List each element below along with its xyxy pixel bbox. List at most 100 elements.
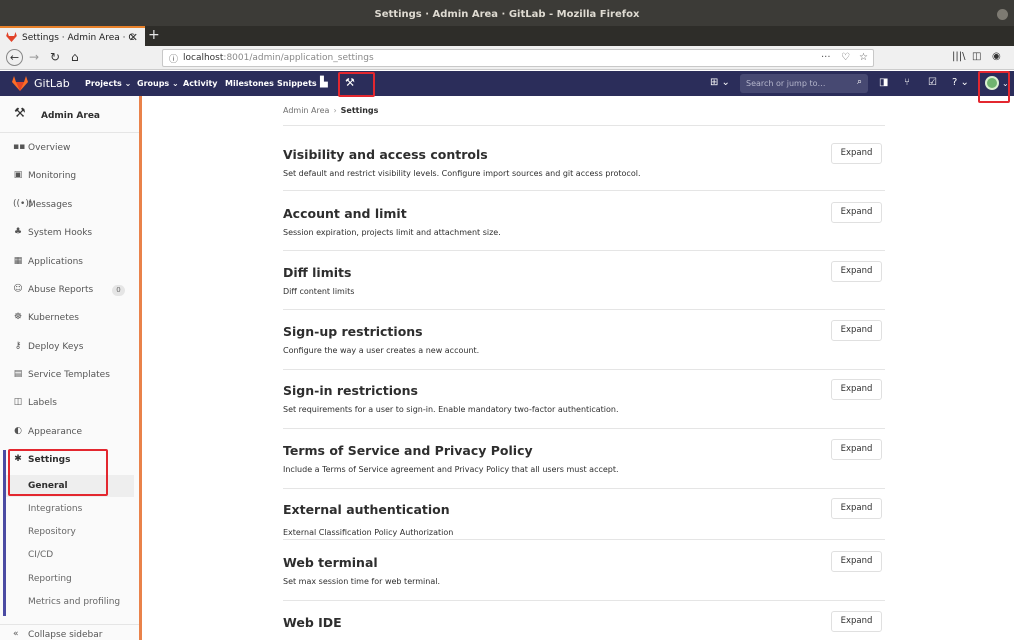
section-title: Web IDE xyxy=(283,615,342,630)
library-icon[interactable]: |||\ xyxy=(952,50,965,64)
sidebar-subitem-integrations[interactable]: Integrations xyxy=(6,498,134,520)
collapse-sidebar-label: Collapse sidebar xyxy=(28,630,103,640)
chart-icon[interactable]: ▙ xyxy=(320,77,328,88)
labels-icon: ◫ xyxy=(13,397,23,407)
sidebar-header[interactable]: ⚒ Admin Area xyxy=(0,102,139,130)
url-bar[interactable]: ⓘ localhost:8001/admin/application_setti… xyxy=(162,49,874,67)
tab-close-icon[interactable]: ✕ xyxy=(129,28,138,48)
sidebar-item-label: Abuse Reports xyxy=(28,285,94,295)
expand-button[interactable]: Expand xyxy=(831,439,882,460)
admin-area-icon: ⚒ xyxy=(14,106,26,121)
sidebar-item-messages[interactable]: ((•)) Messages xyxy=(0,195,139,215)
sidebar-item-deploy-keys[interactable]: ⚷ Deploy Keys xyxy=(0,337,139,357)
new-tab-button[interactable]: + xyxy=(148,26,160,44)
sidebar-item-service-templates[interactable]: ▤ Service Templates xyxy=(0,365,139,385)
template-icon: ▤ xyxy=(13,369,23,379)
overview-icon: ▪▪ xyxy=(13,142,26,152)
breadcrumb-separator: › xyxy=(333,106,337,115)
expand-button[interactable]: Expand xyxy=(831,551,882,572)
browser-tab[interactable]: Settings · Admin Area · C ✕ xyxy=(0,26,145,46)
sidebar-icon[interactable]: ◫ xyxy=(972,50,981,64)
menu-projects[interactable]: Projects ⌄ xyxy=(85,79,131,88)
section-title: External authentication xyxy=(283,502,450,517)
sidebar-item-label: Monitoring xyxy=(28,171,77,181)
home-icon[interactable]: ⌂ xyxy=(71,50,79,64)
gitlab-brand[interactable]: GitLab xyxy=(34,77,70,90)
section-description: Set default and restrict visibility leve… xyxy=(283,169,641,178)
menu-groups[interactable]: Groups ⌄ xyxy=(137,79,179,88)
expand-button[interactable]: Expand xyxy=(831,611,882,632)
expand-button[interactable]: Expand xyxy=(831,498,882,519)
sidebar-item-abuse-reports[interactable]: ☺ Abuse Reports 0 xyxy=(0,280,139,300)
issues-icon[interactable]: ◨ xyxy=(879,77,888,88)
highlight-avatar xyxy=(978,71,1010,103)
section-title: Sign-up restrictions xyxy=(283,324,423,339)
section-description: Configure the way a user creates a new a… xyxy=(283,346,480,355)
section-description: Include a Terms of Service agreement and… xyxy=(283,465,619,474)
expand-button[interactable]: Expand xyxy=(831,143,882,164)
divider xyxy=(0,132,139,133)
section-description: Set requirements for a user to sign-in. … xyxy=(283,405,619,414)
gitlab-logo-icon[interactable] xyxy=(12,76,28,91)
back-icon[interactable]: ← xyxy=(6,49,23,66)
section-title: Visibility and access controls xyxy=(283,147,488,162)
gitlab-favicon-icon xyxy=(6,32,17,42)
highlight-settings-general xyxy=(8,449,108,496)
sidebar-border xyxy=(139,96,142,640)
expand-button[interactable]: Expand xyxy=(831,320,882,341)
pocket-icon[interactable]: ♡ xyxy=(841,52,850,63)
sidebar-item-system-hooks[interactable]: ♣ System Hooks xyxy=(0,223,139,243)
sidebar-subitem-repository[interactable]: Repository xyxy=(6,521,134,543)
sidebar-item-applications[interactable]: ▦ Applications xyxy=(0,252,139,272)
sidebar-item-overview[interactable]: ▪▪ Overview xyxy=(0,138,139,158)
bookmark-star-icon[interactable]: ☆ xyxy=(859,52,868,63)
sidebar-item-kubernetes[interactable]: ☸ Kubernetes xyxy=(0,308,139,328)
menu-activity[interactable]: Activity xyxy=(183,79,218,88)
page-actions-icon[interactable]: ··· xyxy=(821,52,831,63)
section-title: Web terminal xyxy=(283,555,378,570)
sidebar-subitem-label: Integrations xyxy=(28,504,83,514)
merge-requests-icon[interactable]: ⑂ xyxy=(904,77,910,88)
expand-button[interactable]: Expand xyxy=(831,379,882,400)
url-text: localhost:8001/admin/application_setting… xyxy=(183,53,374,63)
reload-icon[interactable]: ↻ xyxy=(50,50,60,64)
sidebar-item-label: Applications xyxy=(28,257,83,267)
new-item-icon[interactable]: ⊞ ⌄ xyxy=(710,77,730,88)
search-input[interactable]: Search or jump to… ⌕ xyxy=(740,74,868,93)
window-close-icon[interactable] xyxy=(997,9,1008,20)
help-icon[interactable]: ? ⌄ xyxy=(952,77,969,88)
sidebar-item-monitoring[interactable]: ▣ Monitoring xyxy=(0,166,139,186)
todos-icon[interactable]: ☑ xyxy=(928,77,937,88)
sidebar-item-label: Messages xyxy=(28,200,73,210)
divider xyxy=(283,369,885,370)
expand-button[interactable]: Expand xyxy=(831,202,882,223)
sidebar-item-label: Overview xyxy=(28,143,71,153)
sidebar-item-appearance[interactable]: ◐ Appearance xyxy=(0,422,139,442)
url-host: localhost xyxy=(183,53,224,63)
breadcrumb: Admin Area › Settings xyxy=(283,106,378,115)
sidebar-subitem-reporting[interactable]: Reporting xyxy=(6,568,134,590)
highlight-admin-wrench xyxy=(338,72,375,97)
breadcrumb-admin-area[interactable]: Admin Area xyxy=(283,106,329,115)
section-description: External Classification Policy Authoriza… xyxy=(283,528,454,537)
sidebar-item-label: Appearance xyxy=(28,427,83,437)
collapse-sidebar-button[interactable]: « Collapse sidebar xyxy=(0,624,139,640)
site-info-icon[interactable]: ⓘ xyxy=(169,52,178,65)
account-icon[interactable]: ◉ xyxy=(992,50,1001,64)
section-title: Diff limits xyxy=(283,265,352,280)
sidebar-subitem-label: Metrics and profiling xyxy=(28,597,121,607)
menu-snippets[interactable]: Snippets xyxy=(277,79,317,88)
os-titlebar: Settings · Admin Area · GitLab - Mozilla… xyxy=(0,0,1014,26)
sidebar-subitem-cicd[interactable]: CI/CD xyxy=(6,544,134,566)
menu-milestones[interactable]: Milestones xyxy=(225,79,274,88)
expand-button[interactable]: Expand xyxy=(831,261,882,282)
sidebar-subitem-metrics[interactable]: Metrics and profiling xyxy=(6,591,134,613)
settings-active-indicator xyxy=(3,450,6,616)
forward-icon[interactable]: → xyxy=(29,50,39,64)
sidebar-item-labels[interactable]: ◫ Labels xyxy=(0,393,139,413)
abuse-icon: ☺ xyxy=(13,284,23,294)
sidebar-item-label: Labels xyxy=(28,398,57,408)
sidebar-subitem-label: Repository xyxy=(28,527,76,537)
sidebar-subitem-label: Reporting xyxy=(28,574,72,584)
divider xyxy=(283,250,885,251)
